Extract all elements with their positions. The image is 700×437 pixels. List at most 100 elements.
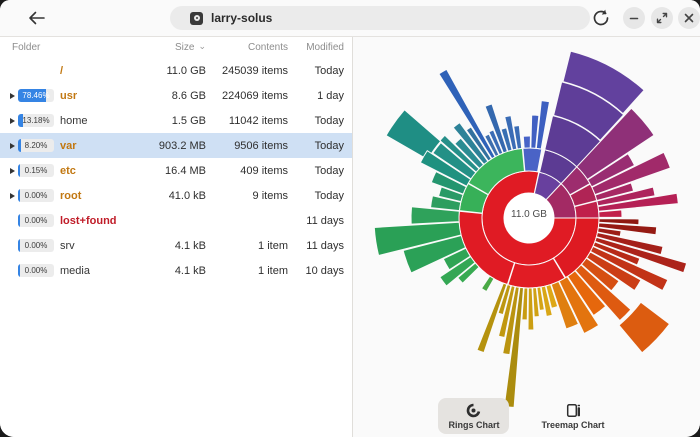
folder-modified: Today [288, 65, 344, 77]
treemap-chart-label: Treemap Chart [541, 420, 604, 430]
row-expander[interactable] [6, 118, 18, 124]
folder-modified: Today [288, 115, 344, 127]
column-header-folder[interactable]: Folder [12, 42, 134, 53]
folder-size: 11.0 GB [142, 65, 206, 77]
table-row[interactable]: 13.18% home1.5 GB11042 itemsToday [0, 108, 352, 133]
folder-modified: Today [288, 165, 344, 177]
restore-icon [651, 7, 673, 29]
folder-name: media [60, 265, 142, 277]
folder-size: 903.2 MB [142, 140, 206, 152]
column-header-size[interactable]: Size⌄ [134, 42, 206, 53]
app-window: larry-solus [0, 0, 700, 437]
expander-triangle-icon [10, 168, 15, 174]
chart-type-switcher: Rings Chart Treemap Chart [353, 398, 700, 434]
folder-name: var [60, 140, 142, 152]
close-button[interactable] [678, 7, 700, 29]
rings-chart[interactable] [353, 37, 700, 437]
percent-badge [18, 64, 54, 77]
row-expander[interactable] [6, 93, 18, 99]
percent-badge-text: 78.46% [18, 89, 54, 102]
folder-name: root [60, 190, 142, 202]
percent-badge: 13.18% [18, 114, 54, 127]
ring-segment[interactable] [523, 136, 530, 148]
column-header-contents[interactable]: Contents [206, 42, 288, 53]
ring-segment[interactable] [481, 276, 494, 292]
percent-badge-text: 0.00% [18, 214, 54, 227]
back-button[interactable] [24, 6, 50, 30]
percent-badge-text: 8.20% [18, 139, 54, 152]
ring-segment[interactable] [386, 110, 441, 160]
row-expander[interactable] [6, 168, 18, 174]
refresh-icon [588, 5, 614, 31]
expander-triangle-icon [10, 193, 15, 199]
folder-name: usr [60, 90, 142, 102]
folder-name: lost+found [60, 215, 142, 227]
restore-button[interactable] [651, 7, 673, 29]
treemap-chart-icon [566, 403, 581, 418]
folder-name: home [60, 115, 142, 127]
chart-panel: 11.0 GB Rings Chart Treemap Chart [352, 37, 700, 437]
folder-name: srv [60, 240, 142, 252]
folder-modified: 11 days [288, 215, 344, 227]
table-row[interactable]: 0.00% root41.0 kB9 itemsToday [0, 183, 352, 208]
percent-badge: 0.00% [18, 264, 54, 277]
column-header-modified[interactable]: Modified [288, 42, 344, 53]
treemap-chart-button[interactable]: Treemap Chart [531, 398, 614, 434]
close-icon [678, 7, 700, 29]
folder-modified: 1 day [288, 90, 344, 102]
percent-badge-text: 0.00% [18, 239, 54, 252]
main-content: Folder Size⌄ Contents Modified /11.0 GB2… [0, 37, 700, 437]
expander-triangle-icon [10, 143, 15, 149]
folder-rows: /11.0 GB245039 itemsToday78.46%usr8.6 GB… [0, 58, 352, 283]
table-row[interactable]: 0.15%etc16.4 MB409 itemsToday [0, 158, 352, 183]
device-title: larry-solus [211, 11, 272, 25]
folder-size: 41.0 kB [142, 190, 206, 202]
folder-contents: 9506 items [206, 140, 288, 152]
minimize-button[interactable] [623, 7, 645, 29]
table-row[interactable]: 8.20%var903.2 MB9506 itemsToday [0, 133, 352, 158]
device-title-field[interactable]: larry-solus [170, 6, 590, 30]
folder-contents: 245039 items [206, 65, 288, 77]
folder-size: 1.5 GB [142, 115, 206, 127]
folder-modified: 10 days [288, 265, 344, 277]
folder-contents: 1 item [206, 240, 288, 252]
percent-badge: 78.46% [18, 89, 54, 102]
folder-name: / [60, 65, 142, 77]
folder-contents: 11042 items [206, 115, 288, 127]
back-arrow-icon [24, 6, 50, 30]
expander-triangle-icon [10, 118, 15, 124]
percent-badge-text: 13.18% [18, 114, 54, 127]
chart-center-label: 11.0 GB [489, 209, 569, 220]
ring-segment[interactable] [477, 283, 507, 353]
folder-modified: Today [288, 190, 344, 202]
percent-badge-text: 0.15% [18, 164, 54, 177]
refresh-button[interactable] [588, 5, 614, 31]
table-row[interactable]: 0.00% lost+found 11 days [0, 208, 352, 233]
row-expander[interactable] [6, 143, 18, 149]
table-row[interactable]: 78.46% usr8.6 GB224069 items1 day [0, 83, 352, 108]
percent-badge-text: 0.00% [18, 264, 54, 277]
rings-chart-button[interactable]: Rings Chart [438, 398, 509, 434]
row-expander[interactable] [6, 193, 18, 199]
table-row[interactable]: 0.00%srv4.1 kB1 item11 days [0, 233, 352, 258]
folder-size: 4.1 kB [142, 265, 206, 277]
folder-contents: 9 items [206, 190, 288, 202]
header-bar: larry-solus [0, 0, 700, 37]
percent-badge: 0.15% [18, 164, 54, 177]
disk-drive-icon [190, 12, 203, 25]
percent-badge: 0.00% [18, 239, 54, 252]
percent-badge: 8.20% [18, 139, 54, 152]
folder-contents: 224069 items [206, 90, 288, 102]
table-header-row: Folder Size⌄ Contents Modified [0, 37, 352, 57]
rings-chart-label: Rings Chart [448, 420, 499, 430]
expander-triangle-icon [10, 93, 15, 99]
table-row[interactable]: 0.00%media4.1 kB1 item10 days [0, 258, 352, 283]
folder-size: 16.4 MB [142, 165, 206, 177]
minimize-icon [623, 7, 645, 29]
folder-list-panel: Folder Size⌄ Contents Modified /11.0 GB2… [0, 37, 352, 437]
ring-segment[interactable] [523, 148, 542, 172]
percent-badge-text: 0.00% [18, 189, 54, 202]
rings-chart-icon [466, 403, 481, 418]
table-row[interactable]: /11.0 GB245039 itemsToday [0, 58, 352, 83]
folder-size: 8.6 GB [142, 90, 206, 102]
